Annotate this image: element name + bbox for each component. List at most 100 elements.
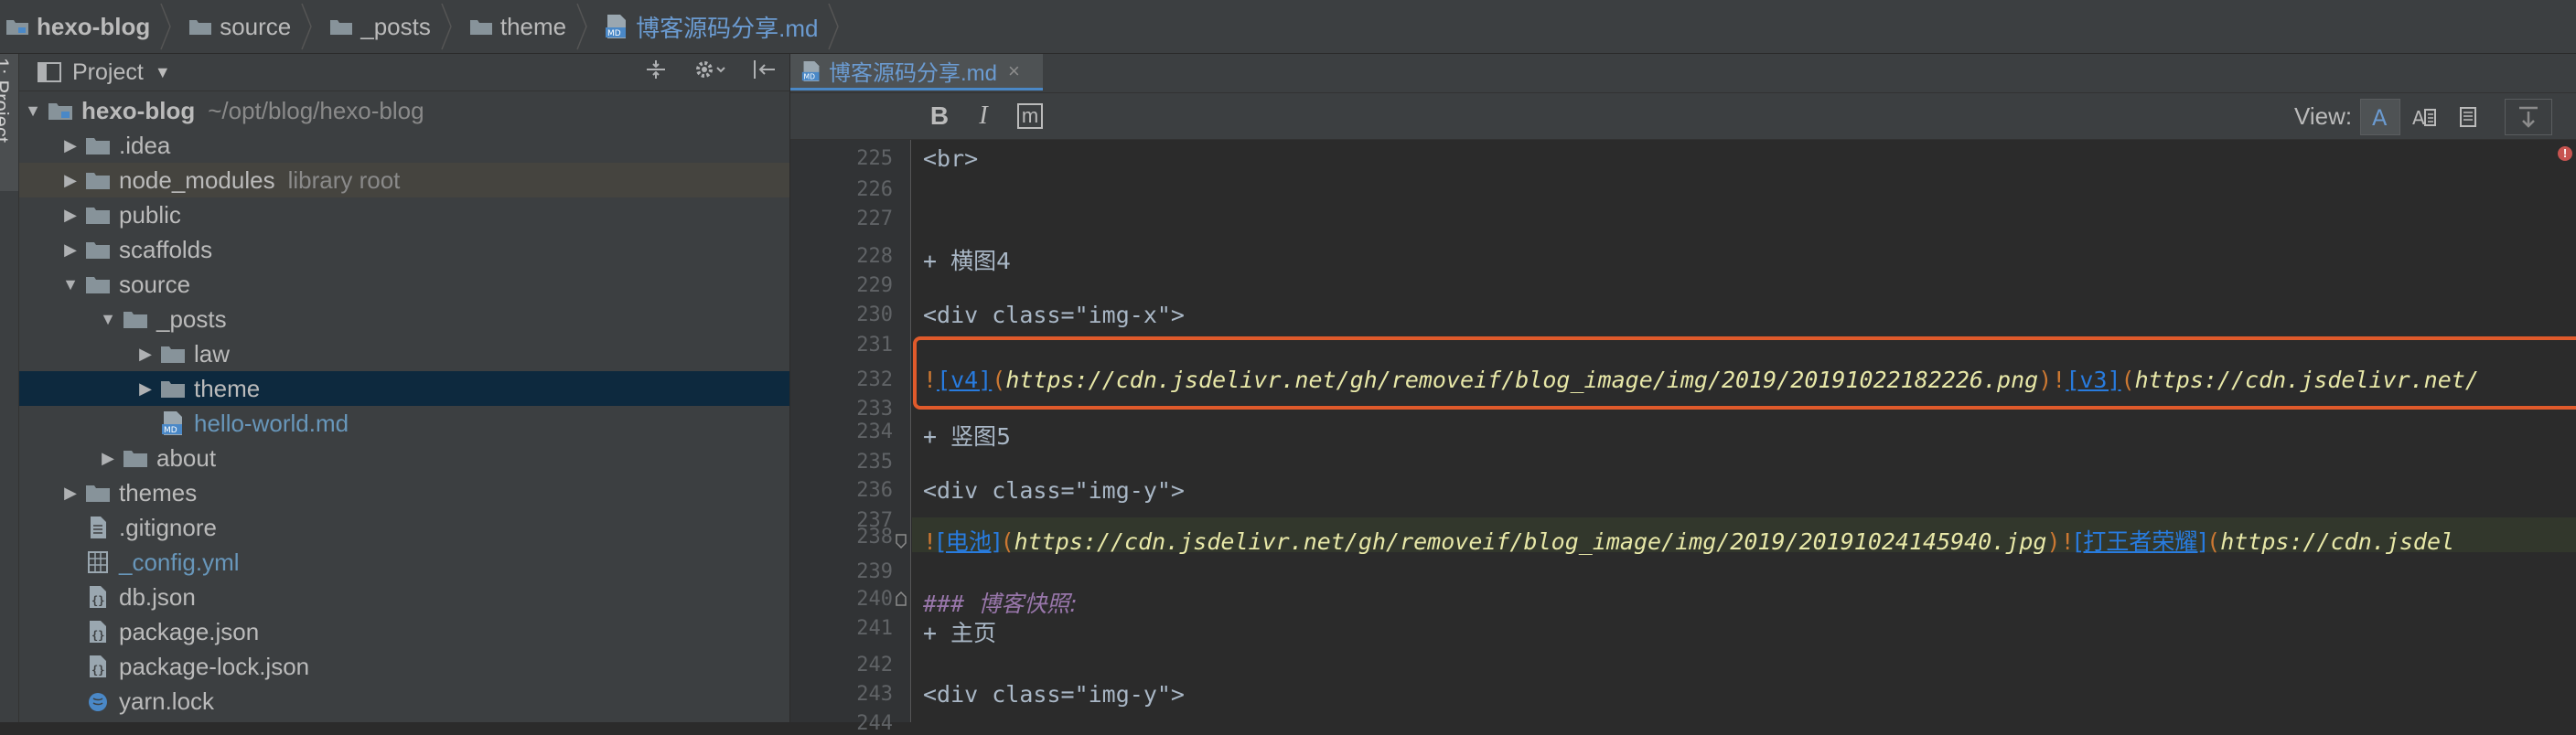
svg-text:{}: {}	[91, 629, 104, 642]
error-indicator-icon[interactable]: !	[2558, 146, 2572, 161]
code-line: + 主页	[923, 615, 996, 648]
project-panel: Project ▼ ▼ hexo-blog ~/opt/blog/hexo-blog…	[19, 54, 789, 722]
project-view-selector[interactable]: Project ▼	[38, 59, 171, 86]
folder-icon	[84, 238, 112, 261]
tree-item-idea[interactable]: ▶ .idea	[19, 128, 789, 163]
code-button[interactable]: m	[1014, 101, 1046, 132]
breadcrumb-label: 博客源码分享.md	[636, 14, 819, 42]
tree-item-hexo-blog[interactable]: ▼ hexo-blog ~/opt/blog/hexo-blog	[19, 93, 789, 128]
italic-button[interactable]: I	[970, 101, 997, 132]
line-number-gutter: 225 226 227 228 229 230 231 232 233 234 235 236 237 2…	[790, 140, 893, 735]
fold-marker-icon[interactable]	[895, 534, 907, 549]
line-number: 240	[856, 588, 893, 611]
tree-item-hello-world-md[interactable]: MD hello-world.md	[19, 406, 789, 441]
collapsed-arrow-icon[interactable]: ▶	[132, 345, 159, 364]
chevron-down-icon: ▼	[154, 62, 171, 81]
expanded-arrow-icon[interactable]: ▼	[57, 275, 84, 294]
line-number: 232	[856, 368, 893, 391]
code-line-image-links: ![电池](https://cdn.jsdelivr.net/gh/remove…	[923, 528, 2455, 555]
collapsed-arrow-icon[interactable]: ▶	[57, 484, 84, 503]
tree-item-label: themes	[119, 478, 198, 506]
collapsed-arrow-icon[interactable]: ▶	[94, 449, 122, 468]
tree-item-yarn-lock[interactable]: yarn.lock	[19, 684, 789, 719]
image-bang: !	[2060, 528, 2075, 555]
breadcrumb-theme[interactable]: theme	[464, 0, 599, 53]
image-alt-link[interactable]: [打王者荣耀]	[2075, 528, 2207, 555]
code-editor[interactable]: <br> + 横图4 <div class="img-x"> ![v4](htt…	[912, 140, 2576, 722]
tree-item-config-yml[interactable]: _config.yml	[19, 545, 789, 580]
bold-button[interactable]: B	[926, 101, 953, 132]
collapsed-arrow-icon[interactable]: ▶	[57, 206, 84, 225]
tree-item-package-json[interactable]: {} package.json	[19, 614, 789, 649]
breadcrumb-source[interactable]: source	[183, 0, 324, 53]
image-alt-link[interactable]: [电池]	[937, 528, 1001, 555]
collapse-all-icon[interactable]	[645, 59, 667, 87]
svg-text:A: A	[2372, 105, 2388, 129]
line-number: 238	[856, 526, 893, 549]
list-marker: +	[923, 620, 951, 646]
folder-icon	[189, 20, 212, 35]
editor-only-view-button[interactable]: A	[2360, 99, 2400, 135]
list-item-text: 竖图5	[950, 423, 1012, 450]
code-button-label: m	[1016, 103, 1044, 129]
code-line: + 横图4	[923, 243, 1011, 276]
scroll-sync-icon	[2519, 106, 2538, 128]
chevron-separator-icon	[576, 3, 587, 50]
collapsed-arrow-icon[interactable]: ▶	[57, 171, 84, 190]
fold-gutter	[893, 140, 911, 722]
collapsed-arrow-icon[interactable]: ▶	[132, 379, 159, 399]
code-line: + 竖图5	[923, 419, 1011, 452]
project-tool-window-tab[interactable]: 1: Project	[0, 54, 18, 191]
line-number: 236	[856, 479, 893, 502]
tree-item-about[interactable]: ▶ about	[19, 441, 789, 475]
expanded-arrow-icon[interactable]: ▼	[19, 101, 47, 121]
markdown-toolbar: B I m View: A A	[790, 93, 2576, 140]
tree-item-source[interactable]: ▼ source	[19, 267, 789, 302]
collapsed-arrow-icon[interactable]: ▶	[57, 136, 84, 155]
expanded-arrow-icon[interactable]: ▼	[94, 310, 122, 329]
collapsed-arrow-icon[interactable]: ▶	[57, 240, 84, 260]
tool-window-strip: 1: Project	[0, 54, 19, 722]
split-view-button[interactable]: A	[2404, 99, 2444, 135]
tree-item-node-modules[interactable]: ▶ node_modules library root	[19, 163, 789, 197]
tree-item-theme[interactable]: ▶ theme	[19, 371, 789, 406]
gear-icon[interactable]	[694, 59, 725, 87]
line-number: 242	[856, 654, 893, 676]
breadcrumb-posts[interactable]: _posts	[324, 0, 464, 53]
tree-item-label: db.json	[119, 582, 196, 611]
tree-item-package-lock-json[interactable]: {} package-lock.json	[19, 649, 789, 684]
folder-icon	[84, 168, 112, 192]
editor-view-icon: A	[2372, 105, 2388, 129]
tree-item-label: package.json	[119, 617, 260, 645]
view-label: View:	[2294, 102, 2353, 130]
tree-item-law[interactable]: ▶ law	[19, 336, 789, 371]
fold-marker-icon[interactable]	[895, 591, 907, 606]
tree-item-public[interactable]: ▶ public	[19, 197, 789, 232]
line-number: 241	[856, 617, 893, 640]
hide-panel-icon[interactable]	[753, 59, 777, 87]
markdown-file-icon: MD	[159, 411, 187, 435]
editor-tab-active[interactable]: MD 博客源码分享.md ×	[790, 54, 1043, 91]
scroll-sync-button[interactable]	[2505, 99, 2552, 135]
close-icon[interactable]: ×	[1008, 59, 1020, 83]
tree-item-hint: ~/opt/blog/hexo-blog	[208, 96, 424, 124]
image-alt-link[interactable]: [v3]	[2066, 367, 2120, 393]
image-alt-link[interactable]: [v4]	[937, 367, 992, 393]
folder-icon	[84, 481, 112, 505]
tree-item-scaffolds[interactable]: ▶ scaffolds	[19, 232, 789, 267]
line-number: 230	[856, 304, 893, 326]
folder-icon	[84, 133, 112, 157]
folder-icon	[122, 307, 149, 331]
image-url: https://cdn.jsdel	[2220, 528, 2455, 555]
tree-item-gitignore[interactable]: .gitignore	[19, 510, 789, 545]
breadcrumb-file[interactable]: MD 博客源码分享.md	[599, 0, 851, 53]
tree-item-posts[interactable]: ▼ _posts	[19, 302, 789, 336]
breadcrumb-label: hexo-blog	[37, 12, 151, 40]
breadcrumb-project[interactable]: hexo-blog	[0, 0, 183, 53]
code-line-image-links: ![v4](https://cdn.jsdelivr.net/gh/remove…	[923, 367, 2479, 393]
svg-text:{}: {}	[91, 664, 104, 676]
preview-view-button[interactable]	[2448, 99, 2488, 135]
tree-item-themes[interactable]: ▶ themes	[19, 475, 789, 510]
tree-item-label: _config.yml	[119, 548, 240, 576]
tree-item-db-json[interactable]: {} db.json	[19, 580, 789, 614]
